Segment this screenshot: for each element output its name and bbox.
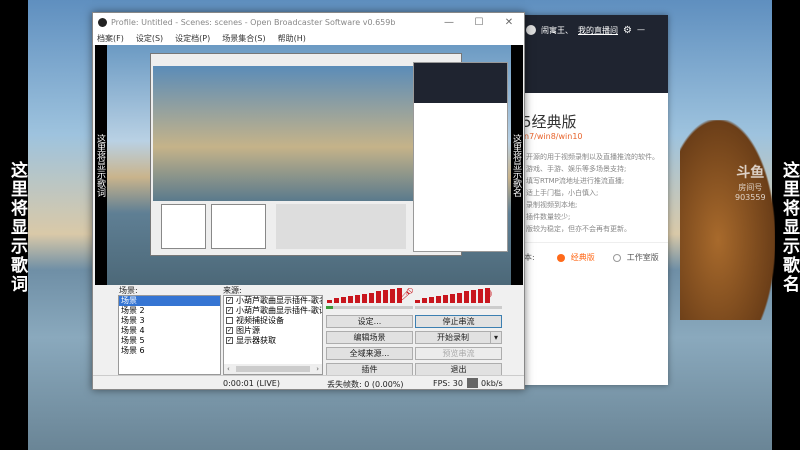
radio-studio[interactable] [612, 253, 621, 262]
close-button[interactable]: ✕ [494, 17, 524, 28]
obs-logo-icon [98, 17, 107, 27]
menu-file[interactable]: 档案(F) [97, 33, 124, 44]
fps: FPS: 30 [433, 379, 463, 388]
scene-item[interactable]: 场景 3 [119, 316, 220, 326]
title-bar[interactable]: Profile: Untitled - Scenes: scenes - Ope… [93, 13, 524, 31]
source-item[interactable]: ✓ 图片源 [224, 326, 322, 336]
stop-stream-button[interactable]: 停止串流 [415, 315, 502, 328]
desktop-audio-meter [415, 287, 490, 303]
username: 闹寓王、 [541, 26, 573, 35]
bitrate: 0kb/s [481, 379, 503, 388]
settings-button[interactable]: 设定... [326, 315, 413, 328]
scenes-list[interactable]: 场景 场景 2 场景 3 场景 4 场景 5 场景 6 [118, 295, 221, 375]
sources-list[interactable]: ✓ 小葫芦歌曲显示插件-歌名 ✓ 小葫芦歌曲显示插件-歌词 视频捕捉设备 ✓ 图片源 … [223, 295, 323, 375]
douyu-launcher-window: 闹寓王、 我的直播间 ⚙ — 5经典版 n7/win8/win10 开源的用于视… [522, 15, 668, 385]
microphone-icon[interactable]: 🎤︎ [399, 287, 414, 301]
douyu-header: 闹寓王、 我的直播间 ⚙ — [522, 15, 668, 93]
song-title-strip: 这里将显示歌名 [772, 0, 800, 450]
speaker-icon[interactable]: 🔊︎ [485, 287, 492, 301]
window-title: Profile: Untitled - Scenes: scenes - Ope… [111, 17, 396, 27]
scene-item[interactable]: 场景 [119, 296, 220, 306]
menu-scene-collection[interactable]: 场景集合(S) [222, 33, 265, 44]
minimize-button[interactable]: — [434, 17, 464, 28]
option-classic-label[interactable]: 经典版 [571, 252, 595, 263]
source-item[interactable]: 视频捕捉设备 [224, 316, 322, 326]
checkbox[interactable]: ✓ [226, 307, 233, 314]
desc-line: 开源的用于视频录制以及直播推流的软件。 [526, 153, 659, 161]
nested-obs-capture [150, 53, 508, 256]
source-item[interactable]: ✓ 小葫芦歌曲显示插件-歌名 [224, 296, 322, 306]
mic-volume-slider[interactable] [326, 306, 413, 309]
checkbox[interactable]: ✓ [226, 337, 233, 344]
desc-line: 插件数量较少; [526, 213, 571, 221]
option-studio-label[interactable]: 工作室版 [627, 252, 659, 263]
source-item[interactable]: ✓ 小葫芦歌曲显示插件-歌词 [224, 306, 322, 316]
source-item[interactable]: ✓ 显示器获取 [224, 336, 322, 346]
desc-line: 填写RTMP流地址进行推流直播; [526, 177, 625, 185]
preview-stream-button[interactable]: 预览串流 [415, 347, 502, 360]
scene-item[interactable]: 场景 6 [119, 346, 220, 356]
lyrics-strip: 这里将显示歌词 [0, 0, 28, 450]
desc-line: 适上手门槛，小白慎入; [526, 189, 599, 197]
checkbox[interactable]: ✓ [226, 327, 233, 334]
checkbox[interactable] [226, 317, 233, 324]
menu-settings[interactable]: 设定(S) [136, 33, 163, 44]
global-sources-button[interactable]: 全域来源... [326, 347, 413, 360]
mic-meter [327, 287, 402, 303]
record-dropdown-icon[interactable]: ▾ [490, 331, 502, 344]
desktop-wallpaper-rock [680, 120, 775, 320]
scene-item[interactable]: 场景 2 [119, 306, 220, 316]
start-record-button[interactable]: 开始录制 [415, 331, 491, 344]
scene-item[interactable]: 场景 5 [119, 336, 220, 346]
menu-profiles[interactable]: 设定档(P) [175, 33, 210, 44]
edit-scene-button[interactable]: 编辑场景 [326, 331, 413, 344]
avatar[interactable] [526, 25, 536, 35]
desc-line: 版较为稳定，但亦不会再有更新。 [526, 225, 631, 233]
douyu-heading: 5经典版 [522, 113, 577, 131]
menu-bar: 档案(F) 设定(S) 设定档(P) 场景集合(S) 帮助(H) [93, 31, 524, 45]
dropped-frames: 丢失帧数: 0 (0.00%) [327, 380, 404, 389]
watermark-num: 903559 [735, 193, 766, 202]
gear-icon[interactable]: ⚙ [623, 25, 632, 36]
maximize-button[interactable]: ☐ [464, 17, 494, 28]
menu-help[interactable]: 帮助(H) [278, 33, 306, 44]
stream-preview: 这里将显示歌词 这里将显示歌名 [95, 45, 523, 285]
preview-capture [100, 45, 518, 285]
status-bar: 0:00:01 (LIVE) 丢失帧数: 0 (0.00%) FPS: 30 0… [93, 375, 524, 390]
desc-line: 录制视频到本地; [526, 201, 578, 209]
minimize-icon[interactable]: — [637, 25, 645, 34]
radio-classic[interactable] [556, 253, 565, 262]
preview-title-strip: 这里将显示歌名 [511, 45, 523, 285]
watermark-brand: 斗鱼 [736, 165, 765, 181]
horizontal-scrollbar[interactable]: ‹ › [224, 364, 322, 374]
desc-line: 游戏、手游、娱乐等多场景支持; [526, 165, 627, 173]
checkbox[interactable]: ✓ [226, 297, 233, 304]
watermark-sub: 房间号 [738, 183, 763, 192]
version-label: 本: [524, 253, 535, 262]
my-room-link[interactable]: 我的直播间 [578, 25, 618, 36]
scene-item[interactable]: 场景 4 [119, 326, 220, 336]
watermark: 斗鱼 房间号 903559 [735, 162, 766, 202]
bitrate-indicator [467, 378, 478, 388]
desktop-volume-slider[interactable] [415, 306, 502, 309]
douyu-os: n7/win8/win10 [524, 132, 583, 141]
obs-window: Profile: Untitled - Scenes: scenes - Ope… [92, 12, 525, 390]
stream-time: 0:00:01 (LIVE) [223, 379, 280, 388]
preview-lyrics-strip: 这里将显示歌词 [95, 45, 107, 285]
